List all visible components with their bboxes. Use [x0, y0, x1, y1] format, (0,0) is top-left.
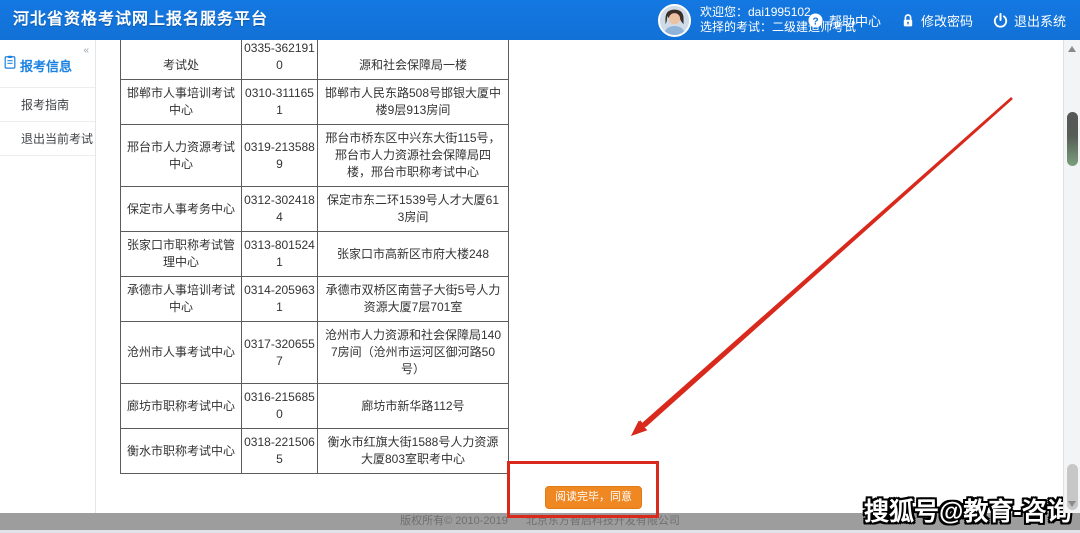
- logout-button[interactable]: 退出系统: [993, 11, 1066, 30]
- org-cell: 衡水市职称考试中心: [121, 429, 242, 474]
- address-cell: 保定市东二环1539号人才大厦613房间: [318, 187, 509, 232]
- sidebar-item-exam-guide[interactable]: 报考指南: [0, 87, 95, 121]
- org-cell: 廊坊市职称考试中心: [121, 384, 242, 429]
- sidebar-section-exam-info[interactable]: 报考信息: [0, 40, 95, 87]
- address-cell: 张家口市高新区市府大楼248: [318, 232, 509, 277]
- table-row: 考试处 0335-3621910 源和社会保障局一楼: [121, 35, 509, 80]
- scrollbar-thumb[interactable]: [1067, 112, 1078, 166]
- phone-cell: 0310-3111651: [242, 80, 318, 125]
- table-row: 邯郸市人事培训考试中心 0310-3111651 邯郸市人民东路508号邯银大厦…: [121, 80, 509, 125]
- header-menu: ? 帮助中心 修改密码 退出系统: [808, 0, 1066, 40]
- table-row: 张家口市职称考试管理中心 0313-8015241 张家口市高新区市府大楼248: [121, 232, 509, 277]
- phone-cell: 0319-2135889: [242, 125, 318, 187]
- address-cell: 沧州市人力资源和社会保障局1407房间（沧州市运河区御河路50号）: [318, 322, 509, 384]
- sidebar-item-exit-current-exam[interactable]: 退出当前考试: [0, 121, 95, 156]
- question-circle-icon: ?: [808, 13, 823, 28]
- table-row: 衡水市职称考试中心 0318-2215065 衡水市红旗大街1588号人力资源大…: [121, 429, 509, 474]
- org-cell: 邢台市人力资源考试中心: [121, 125, 242, 187]
- copyright-text: 版权所有© 2010-2019: [400, 515, 508, 527]
- clipboard-icon: [3, 55, 17, 72]
- scrollbar-down-arrow-icon[interactable]: [1068, 501, 1076, 507]
- user-avatar[interactable]: [658, 4, 691, 37]
- table-row: 沧州市人事考试中心 0317-3206557 沧州市人力资源和社会保障局1407…: [121, 322, 509, 384]
- phone-cell: 0317-3206557: [242, 322, 318, 384]
- org-cell: 承德市人事培训考试中心: [121, 277, 242, 322]
- address-cell: 邢台市桥东区中兴东大街115号，邢台市人力资源社会保障局四楼，邢台市职称考试中心: [318, 125, 509, 187]
- svg-text:?: ?: [812, 16, 818, 27]
- help-center-label: 帮助中心: [829, 11, 881, 30]
- address-cell: 承德市双桥区南营子大街5号人力资源大厦7层701室: [318, 277, 509, 322]
- sidebar: « 报考信息 报考指南 退出当前考试: [0, 40, 96, 513]
- exam-centers-table: 考试处 0335-3621910 源和社会保障局一楼 邯郸市人事培训考试中心 0…: [120, 34, 509, 474]
- table-row: 保定市人事考务中心 0312-3024184 保定市东二环1539号人才大厦61…: [121, 187, 509, 232]
- change-password-label: 修改密码: [921, 11, 973, 30]
- org-cell: 沧州市人事考试中心: [121, 322, 242, 384]
- phone-cell: 0318-2215065: [242, 429, 318, 474]
- help-center-button[interactable]: ? 帮助中心: [808, 11, 881, 30]
- power-icon: [993, 13, 1008, 28]
- change-password-button[interactable]: 修改密码: [901, 11, 973, 30]
- top-header-bar: 河北省资格考试网上报名服务平台 欢迎您：dai1995102 选择的考试：二级建…: [0, 0, 1080, 40]
- read-and-agree-button[interactable]: 阅读完毕，同意: [545, 486, 642, 509]
- vertical-scrollbar[interactable]: [1063, 40, 1080, 513]
- scrollbar-up-arrow-icon[interactable]: [1068, 46, 1076, 52]
- phone-cell: 0316-2156850: [242, 384, 318, 429]
- address-cell: 廊坊市新华路112号: [318, 384, 509, 429]
- table-row: 邢台市人力资源考试中心 0319-2135889 邢台市桥东区中兴东大街115号…: [121, 125, 509, 187]
- phone-cell: 0335-3621910: [242, 35, 318, 80]
- org-cell: 保定市人事考务中心: [121, 187, 242, 232]
- avatar-photo: [660, 6, 689, 35]
- sohu-watermark: 搜狐号@教育-咨询: [864, 492, 1072, 528]
- address-cell: 邯郸市人民东路508号邯银大厦中楼9层913房间: [318, 80, 509, 125]
- site-title: 河北省资格考试网上报名服务平台: [13, 0, 268, 40]
- org-cell: 张家口市职称考试管理中心: [121, 232, 242, 277]
- sidebar-item-label: 报考指南: [21, 98, 69, 112]
- sidebar-section-title: 报考信息: [20, 59, 72, 74]
- sidebar-item-label: 退出当前考试: [21, 132, 93, 146]
- phone-cell: 0314-2059631: [242, 277, 318, 322]
- lock-icon: [901, 13, 915, 28]
- logout-label: 退出系统: [1014, 11, 1066, 30]
- table-row: 廊坊市职称考试中心 0316-2156850 廊坊市新华路112号: [121, 384, 509, 429]
- table-row: 承德市人事培训考试中心 0314-2059631 承德市双桥区南营子大街5号人力…: [121, 277, 509, 322]
- org-cell: 考试处: [121, 35, 242, 80]
- phone-cell: 0313-8015241: [242, 232, 318, 277]
- address-cell: 衡水市红旗大街1588号人力资源大厦803室职考中心: [318, 429, 509, 474]
- phone-cell: 0312-3024184: [242, 187, 318, 232]
- org-cell: 邯郸市人事培训考试中心: [121, 80, 242, 125]
- address-cell: 源和社会保障局一楼: [318, 35, 509, 80]
